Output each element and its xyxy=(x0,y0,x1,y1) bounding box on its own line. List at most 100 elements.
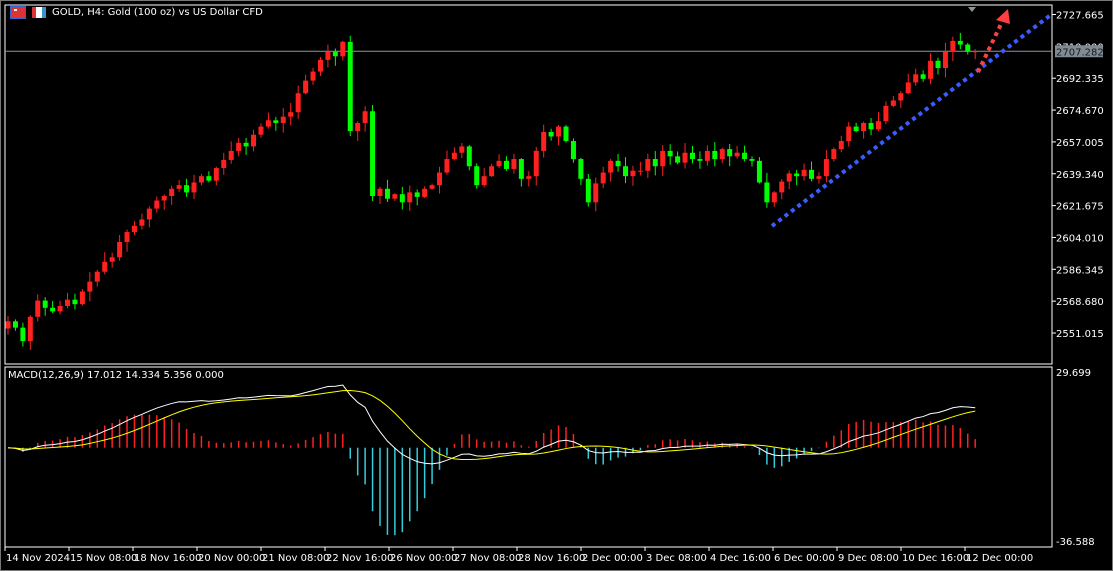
candle-body xyxy=(637,170,643,172)
candle-body xyxy=(154,200,160,209)
candle-body xyxy=(273,120,279,123)
candle-body xyxy=(109,257,115,262)
time-axis-label: 9 Dec 08:00 xyxy=(838,553,899,564)
candle-body xyxy=(861,122,867,132)
candle-body xyxy=(838,141,844,150)
candle-body xyxy=(280,116,286,123)
time-axis-label: 4 Dec 16:00 xyxy=(710,553,771,564)
candle-body xyxy=(942,51,948,68)
candle-body xyxy=(809,169,815,179)
candle-body xyxy=(384,188,390,199)
candle-body xyxy=(570,141,576,160)
candle-body xyxy=(771,192,777,203)
candle-body xyxy=(548,131,554,137)
candle-body xyxy=(392,194,398,199)
candle-body xyxy=(600,172,606,184)
candle-body xyxy=(965,44,971,52)
time-axis-label: 3 Dec 08:00 xyxy=(646,553,707,564)
time-axis-label: 26 Nov 00:00 xyxy=(390,553,457,564)
candle-body xyxy=(362,111,368,123)
candle-body xyxy=(310,71,316,81)
chart-list-icon[interactable] xyxy=(10,6,26,19)
candle-body xyxy=(243,142,249,147)
macd-line xyxy=(7,384,976,465)
candle-body xyxy=(332,51,338,57)
candle-body xyxy=(228,150,234,160)
candle-body xyxy=(779,181,785,193)
candle-body xyxy=(437,172,443,186)
price-axis-label: 2604.010 xyxy=(1056,233,1104,244)
candle-body xyxy=(117,241,123,258)
candle-body xyxy=(608,160,614,173)
candle-body xyxy=(615,160,621,167)
candle-body xyxy=(57,305,63,312)
candle-body xyxy=(541,131,547,151)
macd-indicator-label: MACD(12,26,9) 17.012 14.334 5.356 0.000 xyxy=(8,370,224,381)
time-axis-label: 28 Nov 16:00 xyxy=(518,553,585,564)
candle-body xyxy=(563,126,569,142)
candle-body xyxy=(645,159,651,171)
signal-line xyxy=(7,390,976,461)
price-chart[interactable]: 2727.665 2692.335 2674.670 2657.005 2639.340… xyxy=(0,0,1113,571)
candle-body xyxy=(221,159,227,169)
candle-body xyxy=(675,156,681,163)
time-axis-label: 2 Dec 00:00 xyxy=(582,553,643,564)
candle-body xyxy=(213,168,219,181)
time-axis-label: 15 Nov 08:00 xyxy=(70,553,137,564)
candle-body xyxy=(823,159,829,177)
candle-body xyxy=(451,152,457,160)
candle-body xyxy=(756,160,762,183)
candle-body xyxy=(340,41,346,57)
candle-body xyxy=(682,152,688,163)
price-axis-label: 2621.675 xyxy=(1056,202,1104,213)
candle-body xyxy=(905,82,911,94)
candle-body xyxy=(831,149,837,160)
candle-body xyxy=(853,126,859,132)
candle-body xyxy=(556,126,562,137)
time-axis-label: 12 Dec 00:00 xyxy=(966,553,1033,564)
candle-body xyxy=(913,74,919,83)
candle-body xyxy=(660,150,666,167)
candle-body xyxy=(623,166,629,177)
candle-body xyxy=(689,152,695,160)
candle-body xyxy=(72,299,78,305)
candle-body xyxy=(325,51,331,60)
candle-body xyxy=(727,149,733,157)
candle-body xyxy=(198,176,204,183)
candle-body xyxy=(928,60,934,79)
candle-body xyxy=(87,281,93,292)
macd-axis-top: 29.699 xyxy=(1056,368,1091,379)
candle-body xyxy=(496,160,502,167)
candle-body xyxy=(503,160,509,169)
candle-body xyxy=(578,159,584,179)
candle-body xyxy=(50,307,56,312)
candle-body xyxy=(749,159,755,161)
candle-body xyxy=(370,111,376,196)
price-axis-label: 2727.665 xyxy=(1056,11,1104,22)
trendline xyxy=(770,12,1054,228)
candle-body xyxy=(251,134,257,147)
candle-body xyxy=(169,188,175,196)
candle-body xyxy=(184,185,190,193)
candle-body xyxy=(652,159,658,167)
projection-arrow-line xyxy=(976,21,1004,73)
candle-body xyxy=(355,122,361,132)
chart-type-icon[interactable] xyxy=(32,7,46,18)
candle-body xyxy=(347,41,353,132)
candle-body xyxy=(667,150,673,157)
candle-body xyxy=(786,173,792,182)
time-axis-label: 14 Nov 2024 xyxy=(6,553,70,564)
candle-body xyxy=(920,74,926,79)
candle-body xyxy=(377,188,383,196)
candle-body xyxy=(533,150,539,177)
candle-body xyxy=(712,150,718,160)
candle-body xyxy=(466,146,472,167)
candle-body xyxy=(414,192,420,197)
candle-body xyxy=(742,152,748,160)
time-axis-label: 10 Dec 16:00 xyxy=(902,553,969,564)
candle-body xyxy=(875,121,881,130)
time-axis-label: 21 Nov 08:00 xyxy=(262,553,329,564)
candle-body xyxy=(295,93,301,113)
candle-body xyxy=(474,166,480,186)
candle-body xyxy=(303,80,309,94)
